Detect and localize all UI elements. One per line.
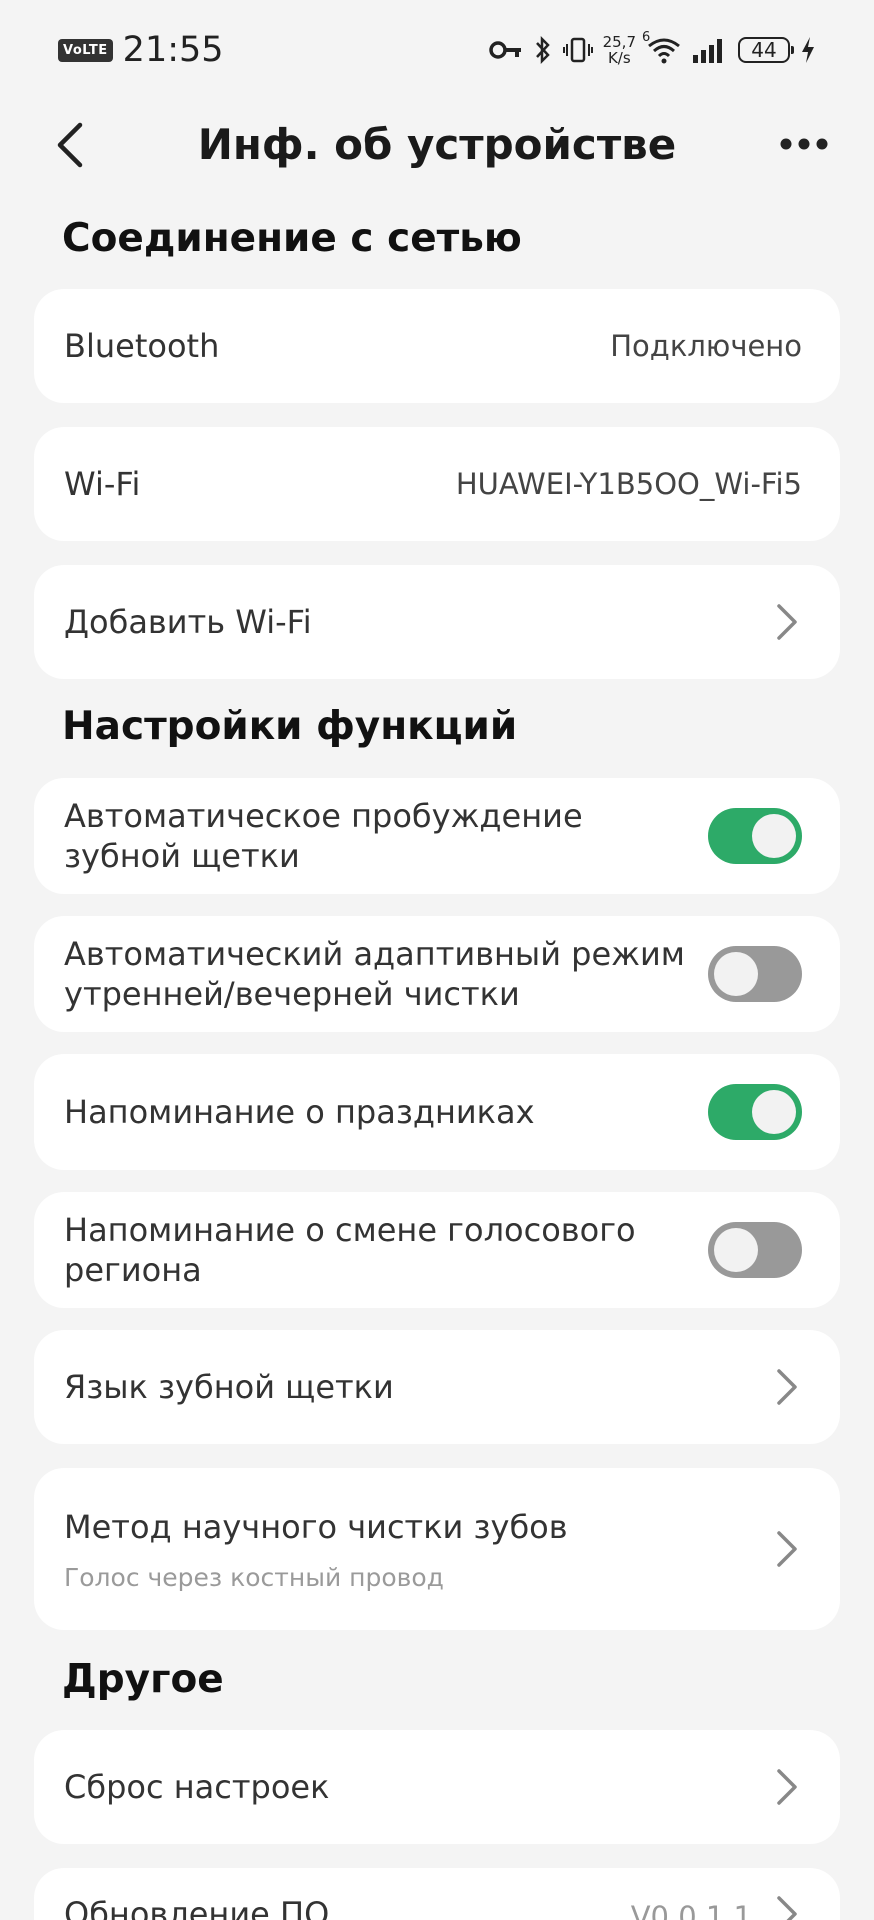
brushing-method-label: Метод научного чистки зубов (64, 1507, 568, 1546)
wifi-icon: 6 (642, 30, 682, 64)
add-wifi-label: Добавить Wi-Fi (64, 603, 312, 641)
brushing-method-value: Голос через костный провод (64, 1562, 444, 1592)
adaptive-mode-toggle[interactable] (708, 946, 802, 1002)
toggle-knob (752, 814, 796, 858)
section-title-functions: Настройки функций (62, 704, 518, 749)
section-title-network: Соединение с сетью (62, 216, 522, 261)
signal-icon (692, 37, 728, 63)
chevron-right-icon (772, 1367, 802, 1407)
voice-region-reminder-toggle[interactable] (708, 1222, 802, 1278)
auto-wake-row: Автоматическое пробуждение зубной щетки (34, 778, 840, 894)
battery-icon: 44 (738, 37, 794, 63)
bluetooth-row: Bluetooth Подключено (34, 289, 840, 403)
net-speed-value: 25,7 (602, 33, 636, 51)
chevron-right-icon (772, 1529, 802, 1569)
bluetooth-status: Подключено (610, 329, 802, 363)
bluetooth-icon (533, 35, 553, 65)
brush-language-row[interactable]: Язык зубной щетки (34, 1330, 840, 1444)
status-time: 21:55 (122, 30, 224, 70)
adaptive-mode-label: Автоматический адаптивный режим утренней… (64, 935, 685, 1013)
holiday-reminder-label: Напоминание о праздниках (64, 1093, 535, 1131)
reset-settings-row[interactable]: Сброс настроек (34, 1730, 840, 1844)
more-button[interactable] (774, 124, 834, 164)
page-title: Инф. об устройстве (197, 120, 677, 169)
more-icon (780, 138, 828, 150)
volte-icon: VoLTE (58, 38, 113, 62)
brush-language-label: Язык зубной щетки (64, 1368, 394, 1406)
chevron-right-icon (772, 1767, 802, 1807)
toggle-knob (714, 1228, 758, 1272)
brushing-method-texts: Метод научного чистки зубов Голос через … (64, 1507, 568, 1592)
software-update-right: V0.0.1.1 (631, 1894, 802, 1920)
auto-wake-label: Автоматическое пробуждение зубной щетки (64, 797, 583, 875)
bluetooth-label: Bluetooth (64, 327, 220, 365)
auto-wake-toggle[interactable] (708, 808, 802, 864)
software-update-label: Обновление ПО (64, 1895, 330, 1920)
wifi-badge: 6 (642, 30, 651, 45)
key-icon (488, 39, 523, 61)
status-right: 25,7 K/s 6 44 (488, 30, 816, 66)
chevron-right-icon (772, 1894, 802, 1920)
holiday-reminder-toggle[interactable] (708, 1084, 802, 1140)
net-speed-unit: K/s (607, 49, 631, 67)
wifi-label: Wi-Fi (64, 465, 141, 503)
holiday-reminder-row: Напоминание о праздниках (34, 1054, 840, 1170)
voice-region-reminder-row: Напоминание о смене голосового региона (34, 1192, 840, 1308)
add-wifi-row[interactable]: Добавить Wi-Fi (34, 565, 840, 679)
section-title-other: Другое (62, 1657, 224, 1702)
net-speed: 25,7 K/s (603, 34, 636, 66)
adaptive-mode-row: Автоматический адаптивный режим утренней… (34, 916, 840, 1032)
charging-icon (800, 36, 816, 64)
vibrate-icon (562, 36, 593, 64)
toggle-knob (714, 952, 758, 996)
wifi-network-name: HUAWEI-Y1B5OO_Wi-Fi5 (455, 467, 802, 501)
software-update-row[interactable]: Обновление ПО V0.0.1.1 (34, 1868, 840, 1920)
status-left: VoLTE 21:55 (58, 30, 224, 70)
brushing-method-row[interactable]: Метод научного чистки зубов Голос через … (34, 1468, 840, 1630)
wifi-row: Wi-Fi HUAWEI-Y1B5OO_Wi-Fi5 (34, 427, 840, 541)
software-version: V0.0.1.1 (630, 1900, 752, 1920)
voice-region-reminder-label: Напоминание о смене голосового региона (64, 1211, 636, 1289)
toggle-knob (752, 1090, 796, 1134)
app-header: Инф. об устройстве (0, 100, 874, 190)
reset-settings-label: Сброс настроек (64, 1768, 330, 1806)
chevron-right-icon (772, 602, 802, 642)
status-bar: VoLTE 21:55 25,7 K/s 6 44 (0, 0, 874, 100)
